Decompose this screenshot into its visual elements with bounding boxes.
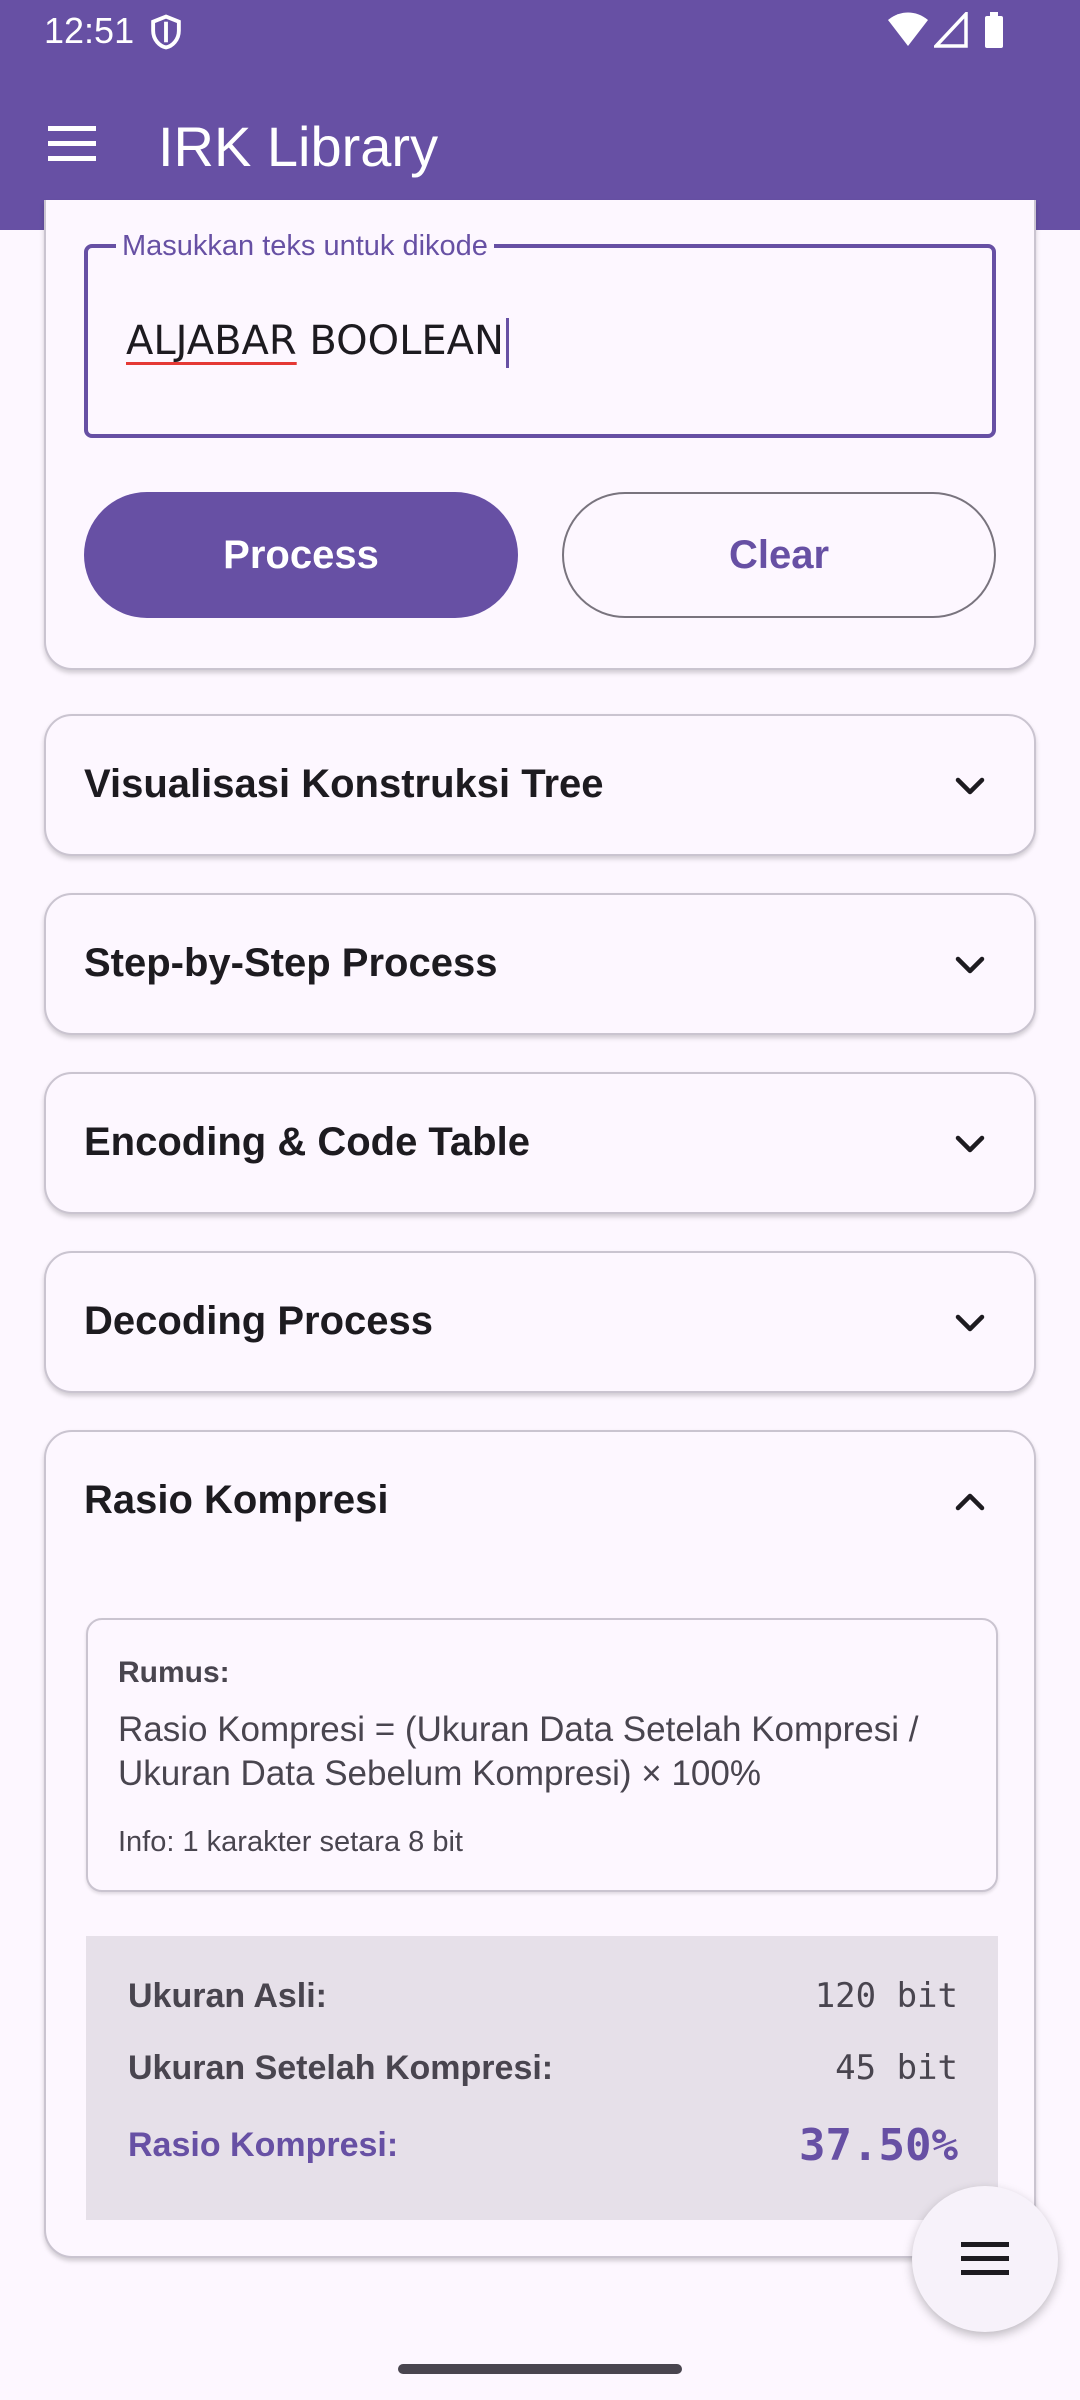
section-title: Step-by-Step Process <box>84 941 498 985</box>
text-cursor <box>505 318 509 368</box>
section-title: Encoding & Code Table <box>84 1120 530 1164</box>
signal-icon <box>934 12 968 48</box>
status-bar: 12:51 <box>0 0 1080 62</box>
chevron-down-icon <box>955 956 985 974</box>
section-title: Visualisasi Konstruksi Tree <box>84 762 604 806</box>
process-button[interactable]: Process <box>84 492 518 618</box>
battery-icon <box>985 12 1003 48</box>
menu-icon[interactable] <box>46 122 98 166</box>
app-title: IRK Library <box>158 115 439 178</box>
shield-icon <box>151 14 181 50</box>
original-size-value: 120 bit <box>814 1976 958 2016</box>
section-decoding[interactable]: Decoding Process <box>44 1251 1036 1393</box>
gesture-navigation-bar[interactable] <box>398 2364 682 2374</box>
chevron-down-icon <box>955 777 985 795</box>
section-step-by-step[interactable]: Step-by-Step Process <box>44 893 1036 1035</box>
original-size-row: Ukuran Asli: 120 bit <box>128 1976 958 2016</box>
menu-icon <box>961 2242 1009 2275</box>
input-word-misspelled: ALJABAR <box>126 318 297 364</box>
fab-menu-button[interactable] <box>912 2186 1058 2332</box>
formula-box: Rumus: Rasio Kompresi = (Ukuran Data Set… <box>86 1618 998 1892</box>
formula-info: Info: 1 karakter setara 8 bit <box>118 1826 463 1858</box>
section-title: Decoding Process <box>84 1299 434 1343</box>
text-input-value[interactable]: ALJABAR BOOLEAN <box>126 318 509 368</box>
section-compression-ratio: Rasio Kompresi Rumus: Rasio Kompresi = (… <box>44 1430 1036 2258</box>
text-input-label: Masukkan teks untuk dikode <box>116 230 494 263</box>
clear-button[interactable]: Clear <box>562 492 996 618</box>
original-size-label: Ukuran Asli: <box>128 1976 328 2015</box>
compression-ratio-value: 37.50% <box>799 2120 958 2171</box>
result-box: Ukuran Asli: 120 bit Ukuran Setelah Komp… <box>86 1936 998 2220</box>
formula-text: Rasio Kompresi = (Ukuran Data Setelah Ko… <box>118 1710 919 1793</box>
chevron-down-icon <box>955 1135 985 1153</box>
chevron-down-icon <box>955 1314 985 1332</box>
section-encoding-table[interactable]: Encoding & Code Table <box>44 1072 1036 1214</box>
section-title[interactable]: Rasio Kompresi <box>84 1478 389 1523</box>
chevron-up-icon[interactable] <box>950 1482 990 1522</box>
section-tree-visualization[interactable]: Visualisasi Konstruksi Tree <box>44 714 1036 856</box>
input-word-rest: BOOLEAN <box>296 318 504 364</box>
wifi-icon <box>888 12 928 46</box>
compression-ratio-label: Rasio Kompresi: <box>128 2126 399 2164</box>
compression-ratio-row: Rasio Kompresi: 37.50% <box>128 2120 958 2171</box>
compressed-size-value: 45 bit <box>835 2048 958 2088</box>
compressed-size-row: Ukuran Setelah Kompresi: 45 bit <box>128 2048 958 2088</box>
status-time: 12:51 <box>44 10 135 51</box>
compressed-size-label: Ukuran Setelah Kompresi: <box>128 2048 554 2087</box>
formula-label: Rumus: <box>118 1656 230 1689</box>
